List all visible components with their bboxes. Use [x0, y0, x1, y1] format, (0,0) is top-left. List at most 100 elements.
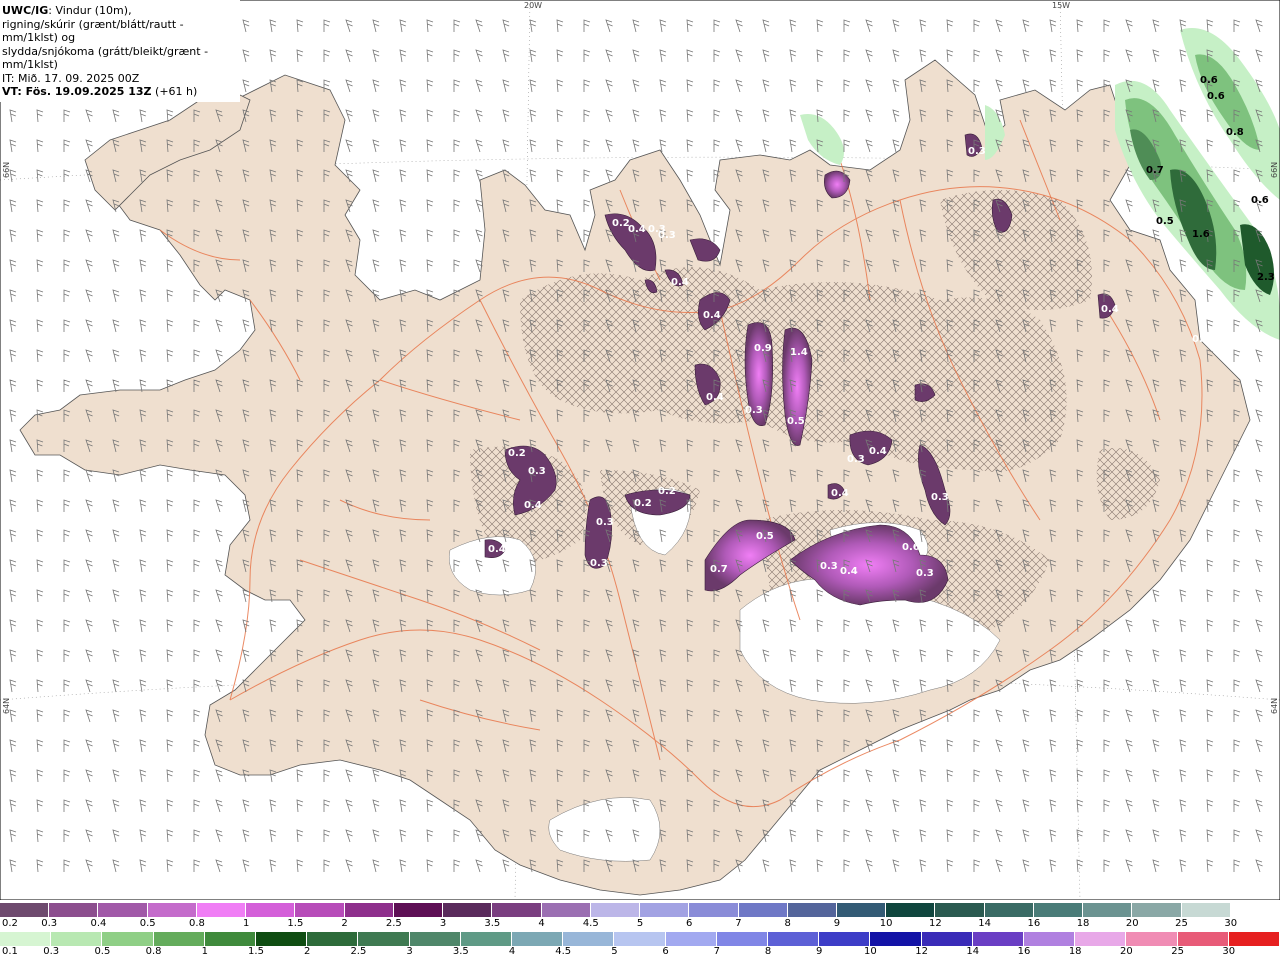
legend-swatch: [153, 932, 205, 946]
longitude-label-20w: 20W: [524, 1, 543, 10]
snow-value-label: 0.4: [831, 488, 849, 499]
legend-tick-label: 14: [966, 946, 980, 957]
latitude-label-66n-right: 66N: [1270, 161, 1279, 178]
snow-value-label: 0.3: [528, 466, 546, 477]
legend-tick-label: 2.5: [350, 946, 367, 957]
legend-swatch: [541, 903, 591, 917]
snow-value-label: 0.7: [710, 564, 728, 575]
legend-swatch: [147, 903, 197, 917]
legend-tick-label: 4.5: [582, 918, 599, 929]
legend-tick-label: 12: [929, 918, 942, 929]
rain-legend-bar: [0, 932, 1280, 946]
snow-value-label: 0.2: [508, 448, 526, 459]
legend-tick-label: 0.8: [145, 946, 162, 957]
param-line-3: slydda/snjókoma (grátt/bleikt/grænt - mm…: [2, 44, 209, 72]
legend-tick-label: 30: [1222, 946, 1236, 957]
legend-swatch: [512, 932, 564, 946]
legend-swatch: [1033, 903, 1084, 917]
legend-swatch: [1024, 932, 1076, 946]
legend-swatch: [1083, 903, 1133, 917]
snow-legend-bar: [0, 903, 1280, 917]
snow-value-label: 0.3: [968, 146, 986, 157]
legend-swatch: [460, 932, 513, 946]
legend-swatch: [836, 903, 887, 917]
legend-tick-label: 3: [406, 946, 413, 957]
title-line: UWC/IG: Vindur (10m),: [2, 4, 240, 18]
snow-value-label: 0.2: [634, 498, 652, 509]
snow-value-label: 0.3: [590, 558, 608, 569]
legend-tick-label: 25: [1171, 946, 1184, 957]
valid-time: VT: Fös. 19.09.2025 13Z: [2, 85, 152, 98]
legend-swatch: [492, 903, 542, 917]
snow-value-label: 0.3: [820, 561, 838, 572]
legend-tick-label: 0.5: [94, 946, 111, 957]
legend-swatch: [563, 932, 615, 946]
legend-swatch: [921, 932, 973, 946]
init-time: IT: Mið. 17. 09. 2025 00Z: [2, 71, 140, 85]
legend-tick-label: 1.5: [248, 946, 264, 957]
legend-tick-label: 25: [1175, 918, 1188, 929]
legend-tick-label: 5: [611, 946, 618, 957]
legend-tick-label: 30: [1224, 918, 1238, 929]
legend-tick-label: 2: [304, 946, 311, 957]
legend-swatch: [409, 932, 461, 946]
snow-value-label: 0.5: [787, 416, 805, 427]
rain-legend-labels: 0.1 0.3 0.5 0.8 1 1.5 2 2.5 3 3.5 4 4.5 5 6 7 8 9 10 12 14 1…: [0, 946, 1280, 960]
model-name: UWC/IG: [2, 4, 49, 17]
legend-swatch: [1126, 932, 1178, 946]
legend-tick-label: 4: [538, 918, 545, 929]
legend-swatch: [640, 903, 690, 917]
legend-tick-label: 6: [662, 946, 669, 957]
snow-value-label: 0.3: [847, 454, 865, 465]
legend-tick-label: 18: [1068, 946, 1082, 957]
snow-value-label: 0.9: [754, 343, 772, 354]
snow-value-label: 0.2: [612, 218, 630, 229]
legend-swatch: [614, 932, 666, 946]
snow-value-label: 0.5: [756, 531, 774, 542]
snow-legend-labels: 0.2 0.3 0.4 0.5 0.8 1 1.5 2 2.5 3 3.5 4 4.5 5 6 7 8 9 10 12…: [0, 918, 1280, 932]
rain-value-label: 0.8: [1226, 127, 1244, 138]
snow-value-label: 0.4: [703, 310, 721, 321]
legend-tick-label: 0.3: [41, 918, 58, 929]
legend-tick-label: 12: [915, 946, 928, 957]
latitude-label-66n-left: 66N: [2, 161, 11, 178]
snow-value-label: 0.3: [931, 492, 949, 503]
snow-value-label: 0.4: [488, 544, 506, 555]
rain-value-label: 1.6: [1192, 229, 1210, 240]
legend-swatch: [344, 903, 394, 917]
legend-swatch: [768, 932, 820, 946]
snow-value-label: 1.4: [790, 347, 808, 358]
snow-value-label: 0.4: [1101, 304, 1119, 315]
legend-tick-label: 10: [864, 946, 877, 957]
legend-tick-label: 7: [713, 946, 720, 957]
valid-time-line: VT: Fös. 19.09.2025 13Z (+61 h): [2, 85, 240, 99]
map-info-box: UWC/IG: Vindur (10m), rigning/skúrir (gr…: [0, 0, 240, 102]
snow-value-label: 0.4: [840, 566, 858, 577]
legend-swatch: [716, 932, 769, 946]
legend-swatch: [0, 903, 50, 917]
legend-tick-label: 2: [341, 918, 348, 929]
legend-tick-label: 0.4: [90, 918, 107, 929]
param-line-1: : Vindur (10m),: [48, 4, 132, 17]
legend-tick-label: 16: [1017, 946, 1031, 957]
legend-swatch: [204, 932, 257, 946]
legend-swatch: [246, 903, 296, 917]
legend-tick-label: 7: [735, 918, 742, 929]
legend-tick-label: 3.5: [484, 918, 501, 929]
longitude-label-15w: 15W: [1052, 1, 1071, 10]
snow-value-label: 0.3: [916, 568, 934, 579]
legend-swatch: [1177, 932, 1229, 946]
legend-swatch: [590, 903, 641, 917]
legend-tick-label: 9: [833, 918, 841, 929]
legend-tick-label: 1.5: [287, 918, 304, 929]
weather-map: 0.20.30.40.30.20.20.30.30.30.40.40.9 1.40…: [0, 0, 1280, 900]
legend-tick-label: 16: [1027, 918, 1041, 929]
legend-swatch: [1228, 932, 1280, 946]
snow-value-label: 0.4: [628, 224, 646, 235]
legend-tick-label: 0.3: [43, 946, 60, 957]
legend-swatch: [935, 903, 985, 917]
legend-tick-label: 8: [784, 918, 791, 929]
legend-tick-label: 1: [242, 918, 250, 929]
legend-swatch: [443, 903, 493, 917]
legend-swatch: [49, 903, 99, 917]
